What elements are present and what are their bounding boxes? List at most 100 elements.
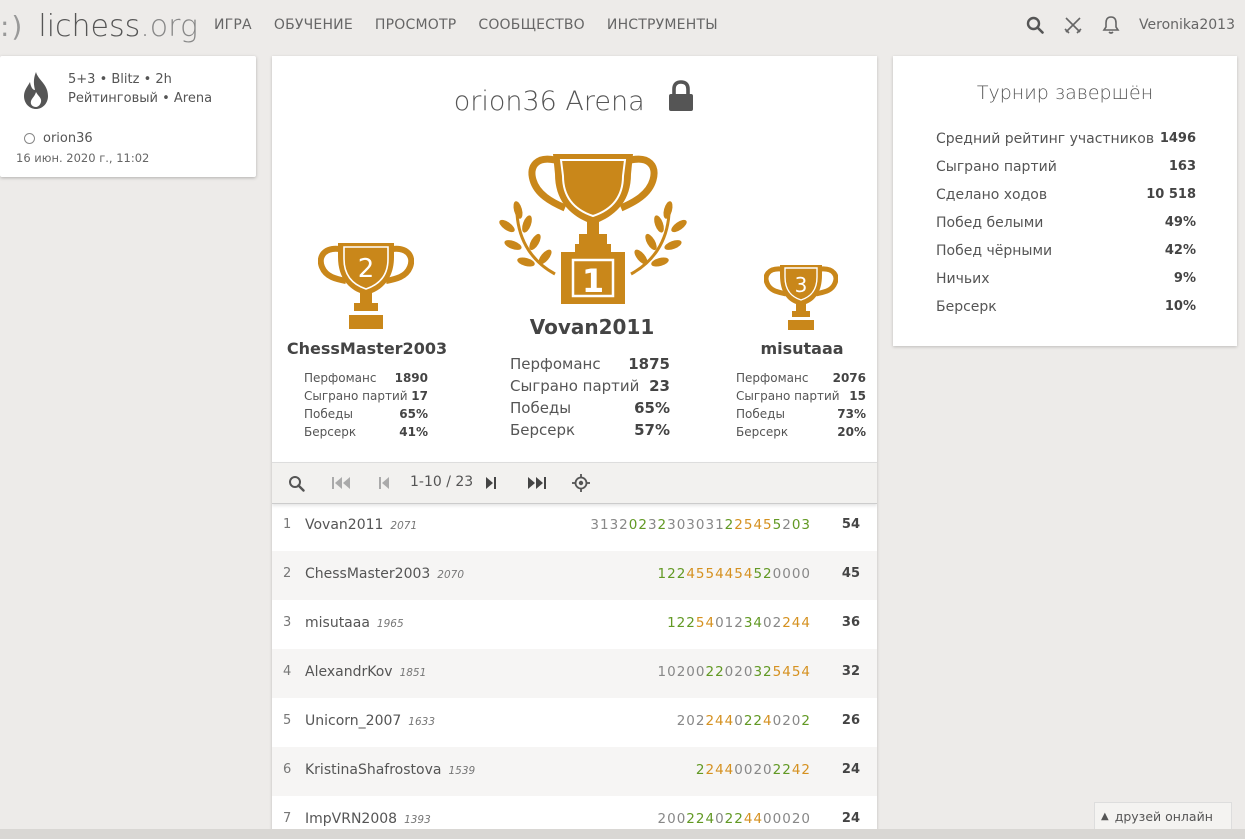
offline-status-icon (24, 133, 35, 144)
previous-page-icon[interactable] (376, 473, 392, 493)
row-rank: 6 (283, 762, 292, 777)
my-position-icon[interactable] (571, 473, 591, 493)
nav-item-watch[interactable]: ПРОСМОТР (375, 17, 456, 33)
trophy-second-number: 2 (358, 254, 375, 284)
stat-row: Перфоманс 1890 (304, 371, 428, 385)
row-total: 24 (841, 762, 860, 777)
row-scores: 122540123402244 (667, 615, 811, 631)
podium-second-stats: Перфоманс 1890 Сыграно партий 17 Победы 65%… (304, 369, 428, 441)
tournament-main-panel: orion36 Arena 1 2 3 Vovan2011 ChessMaste… (272, 56, 877, 839)
row-player[interactable]: Unicorn_2007 1633 (305, 713, 435, 729)
trophy-second-icon: 2 (317, 241, 415, 329)
summary-row-berserk: Берсерк 10% (936, 299, 1196, 315)
stat-row: Берсерк 57% (510, 421, 670, 439)
tournament-type: Рейтинговый • Arena (68, 91, 213, 106)
row-rank: 4 (283, 664, 292, 679)
nav-item-community[interactable]: СООБЩЕСТВО (478, 17, 585, 33)
podium-first-stats: Перфоманс 1875 Сыграно партий 23 Победы 65%… (510, 353, 670, 441)
page-info: 1-10 / 23 (410, 474, 474, 490)
tournament-summary-card: Турнир завершён Средний рейтинг участник… (893, 56, 1237, 346)
trophy-third-icon: 3 (763, 263, 839, 331)
nav-item-play[interactable]: ИГРА (214, 17, 252, 33)
stat-row: Берсерк 41% (304, 425, 428, 439)
row-rank: 3 (283, 615, 292, 630)
row-scores: 1020022020325454 (657, 664, 811, 680)
podium-third-stats: Перфоманс 2076 Сыграно партий 15 Победы 73%… (736, 369, 866, 441)
blitz-fire-icon (18, 70, 54, 110)
tournament-title: orion36 Arena (272, 80, 877, 119)
first-page-icon[interactable] (329, 473, 353, 493)
stat-row: Победы 65% (304, 407, 428, 421)
trophy-first-number: 1 (582, 262, 604, 300)
stat-row: Сыграно партий 23 (510, 377, 670, 395)
row-total: 26 (841, 713, 860, 728)
podium-first-name[interactable]: Vovan2011 (492, 315, 692, 339)
row-rank: 5 (283, 713, 292, 728)
row-player[interactable]: KristinaShafrostova 1539 (305, 762, 475, 778)
friends-online-toggle[interactable]: ▲ друзей онлайн (1094, 802, 1232, 829)
row-player[interactable]: misutaaa 1965 (305, 615, 404, 631)
top-bar: :) lichess.org ИГРА ОБУЧЕНИЕ ПРОСМОТР СО… (0, 0, 1245, 52)
row-scores: 20224402240202 (676, 713, 811, 729)
main-nav: ИГРА ОБУЧЕНИЕ ПРОСМОТР СООБЩЕСТВО ИНСТРУ… (214, 17, 740, 33)
time-control: 5+3 • Blitz • 2h (68, 72, 172, 87)
standings-table: 1 Vovan2011 2071 31320232303031225455203 … (272, 502, 877, 839)
creator-name: orion36 (43, 131, 93, 146)
summary-list: Средний рейтинг участников 1496 Сыграно п… (936, 131, 1196, 327)
summary-row-moves: Сделано ходов 10 518 (936, 187, 1196, 203)
row-scores: 31320232303031225455203 (590, 517, 811, 533)
row-total: 54 (841, 517, 860, 532)
row-rank: 7 (283, 811, 292, 826)
summary-row-avg-rating: Средний рейтинг участников 1496 (936, 131, 1196, 147)
stat-row: Сыграно партий 17 (304, 389, 428, 403)
podium-second-name[interactable]: ChessMaster2003 (272, 339, 462, 358)
friends-online-label: друзей онлайн (1114, 808, 1213, 824)
stat-row: Победы 73% (736, 407, 866, 421)
table-row[interactable]: 1 Vovan2011 2071 31320232303031225455203 … (272, 502, 877, 551)
stat-row: Сыграно партий 15 (736, 389, 866, 403)
logo-smile: :) (0, 9, 25, 43)
next-page-icon[interactable] (483, 473, 499, 493)
row-player[interactable]: ImpVRN2008 1393 (305, 811, 431, 827)
row-total: 24 (841, 811, 860, 826)
summary-row-draws: Ничьих 9% (936, 271, 1196, 287)
row-total: 32 (841, 664, 860, 679)
tournament-creator[interactable]: orion36 (24, 131, 93, 146)
table-row[interactable]: 6 KristinaShafrostova 1539 224400202242 2… (272, 747, 877, 796)
table-row[interactable]: 5 Unicorn_2007 1633 20224402240202 26 (272, 698, 877, 747)
swords-icon[interactable] (1063, 14, 1083, 36)
nav-item-learn[interactable]: ОБУЧЕНИЕ (274, 17, 353, 33)
bell-icon[interactable] (1101, 14, 1121, 36)
summary-row-white-wins: Побед белыми 49% (936, 215, 1196, 231)
last-page-icon[interactable] (525, 473, 549, 493)
table-row[interactable]: 2 ChessMaster2003 2070 1224554454520000 4… (272, 551, 877, 600)
summary-row-black-wins: Побед чёрными 42% (936, 243, 1196, 259)
summary-row-games: Сыграно партий 163 (936, 159, 1196, 175)
user-menu[interactable]: Veronika2013 (1139, 17, 1235, 33)
row-total: 36 (841, 615, 860, 630)
search-icon[interactable] (1025, 14, 1045, 36)
row-scores: 1224554454520000 (657, 566, 811, 582)
search-player-icon[interactable] (286, 473, 306, 493)
row-player[interactable]: AlexandrKov 1851 (305, 664, 426, 680)
row-player[interactable]: ChessMaster2003 2070 (305, 566, 464, 582)
logo-text: lichess.org (38, 8, 198, 44)
trophy-third-number: 3 (795, 273, 808, 297)
row-player[interactable]: Vovan2011 2071 (305, 517, 417, 533)
chevron-up-icon: ▲ (1101, 810, 1109, 822)
podium-third-name[interactable]: misutaaa (722, 339, 877, 358)
site-logo[interactable]: :) lichess.org (0, 4, 198, 48)
header-tools: Veronika2013 (1007, 14, 1235, 36)
stat-row: Победы 65% (510, 399, 670, 417)
stat-row: Перфоманс 2076 (736, 371, 866, 385)
table-row[interactable]: 3 misutaaa 1965 122540123402244 36 (272, 600, 877, 649)
browser-bottom-bar (0, 829, 1245, 839)
nav-item-tools[interactable]: ИНСТРУМЕНТЫ (607, 17, 718, 33)
table-row[interactable]: 4 AlexandrKov 1851 1020022020325454 32 (272, 649, 877, 698)
row-scores: 224400202242 (695, 762, 811, 778)
tournament-date: 16 июн. 2020 г., 11:02 (16, 151, 150, 165)
stat-row: Перфоманс 1875 (510, 355, 670, 373)
row-rank: 1 (283, 517, 292, 532)
tournament-info-card: 5+3 • Blitz • 2h Рейтинговый • Arena ori… (0, 56, 256, 177)
row-rank: 2 (283, 566, 292, 581)
